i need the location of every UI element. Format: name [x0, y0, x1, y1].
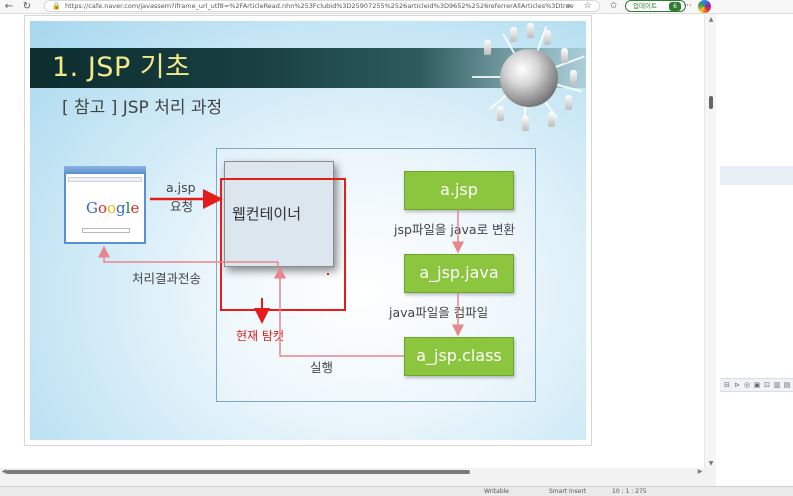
panel-tool-icon-3[interactable]: ◎: [743, 381, 751, 390]
panel-tool-icon-5[interactable]: ⊡: [763, 381, 771, 390]
status-writable: Writable: [484, 488, 509, 495]
panel-tool-icon-2[interactable]: ⊳: [733, 381, 741, 390]
horizontal-scrollbar[interactable]: ◀ ▶: [0, 468, 716, 476]
horizontal-scroll-thumb[interactable]: [6, 470, 470, 474]
scroll-right-icon[interactable]: ▶: [696, 468, 704, 476]
right-side-panel: [716, 14, 793, 486]
panel-tool-icon-1[interactable]: ⊟: [723, 381, 731, 390]
execute-arrow: [274, 266, 404, 357]
selected-row[interactable]: [720, 166, 793, 185]
panel-tool-icon-4[interactable]: ▣: [753, 381, 761, 390]
status-bar: Writable Smart Insert 10 : 1 : 275: [0, 486, 793, 496]
status-position: 10 : 1 : 275: [612, 488, 647, 495]
vertical-scrollbar[interactable]: ▲ ▼: [704, 14, 716, 470]
status-insert-mode: Smart Insert: [549, 488, 587, 495]
right-panel-toolbar: ⊟ ⊳ ◎ ▣ ⊡ ▥ ▤: [720, 378, 793, 392]
scroll-down-icon[interactable]: ▼: [707, 460, 715, 468]
panel-tool-icon-6[interactable]: ▥: [773, 381, 781, 390]
panel-tool-icon-7[interactable]: ▤: [783, 381, 791, 390]
scroll-up-icon[interactable]: ▲: [707, 16, 715, 24]
client-return-arrow: [98, 245, 278, 263]
diagram-arrows: [98, 189, 464, 357]
vertical-scroll-thumb[interactable]: [709, 96, 713, 109]
